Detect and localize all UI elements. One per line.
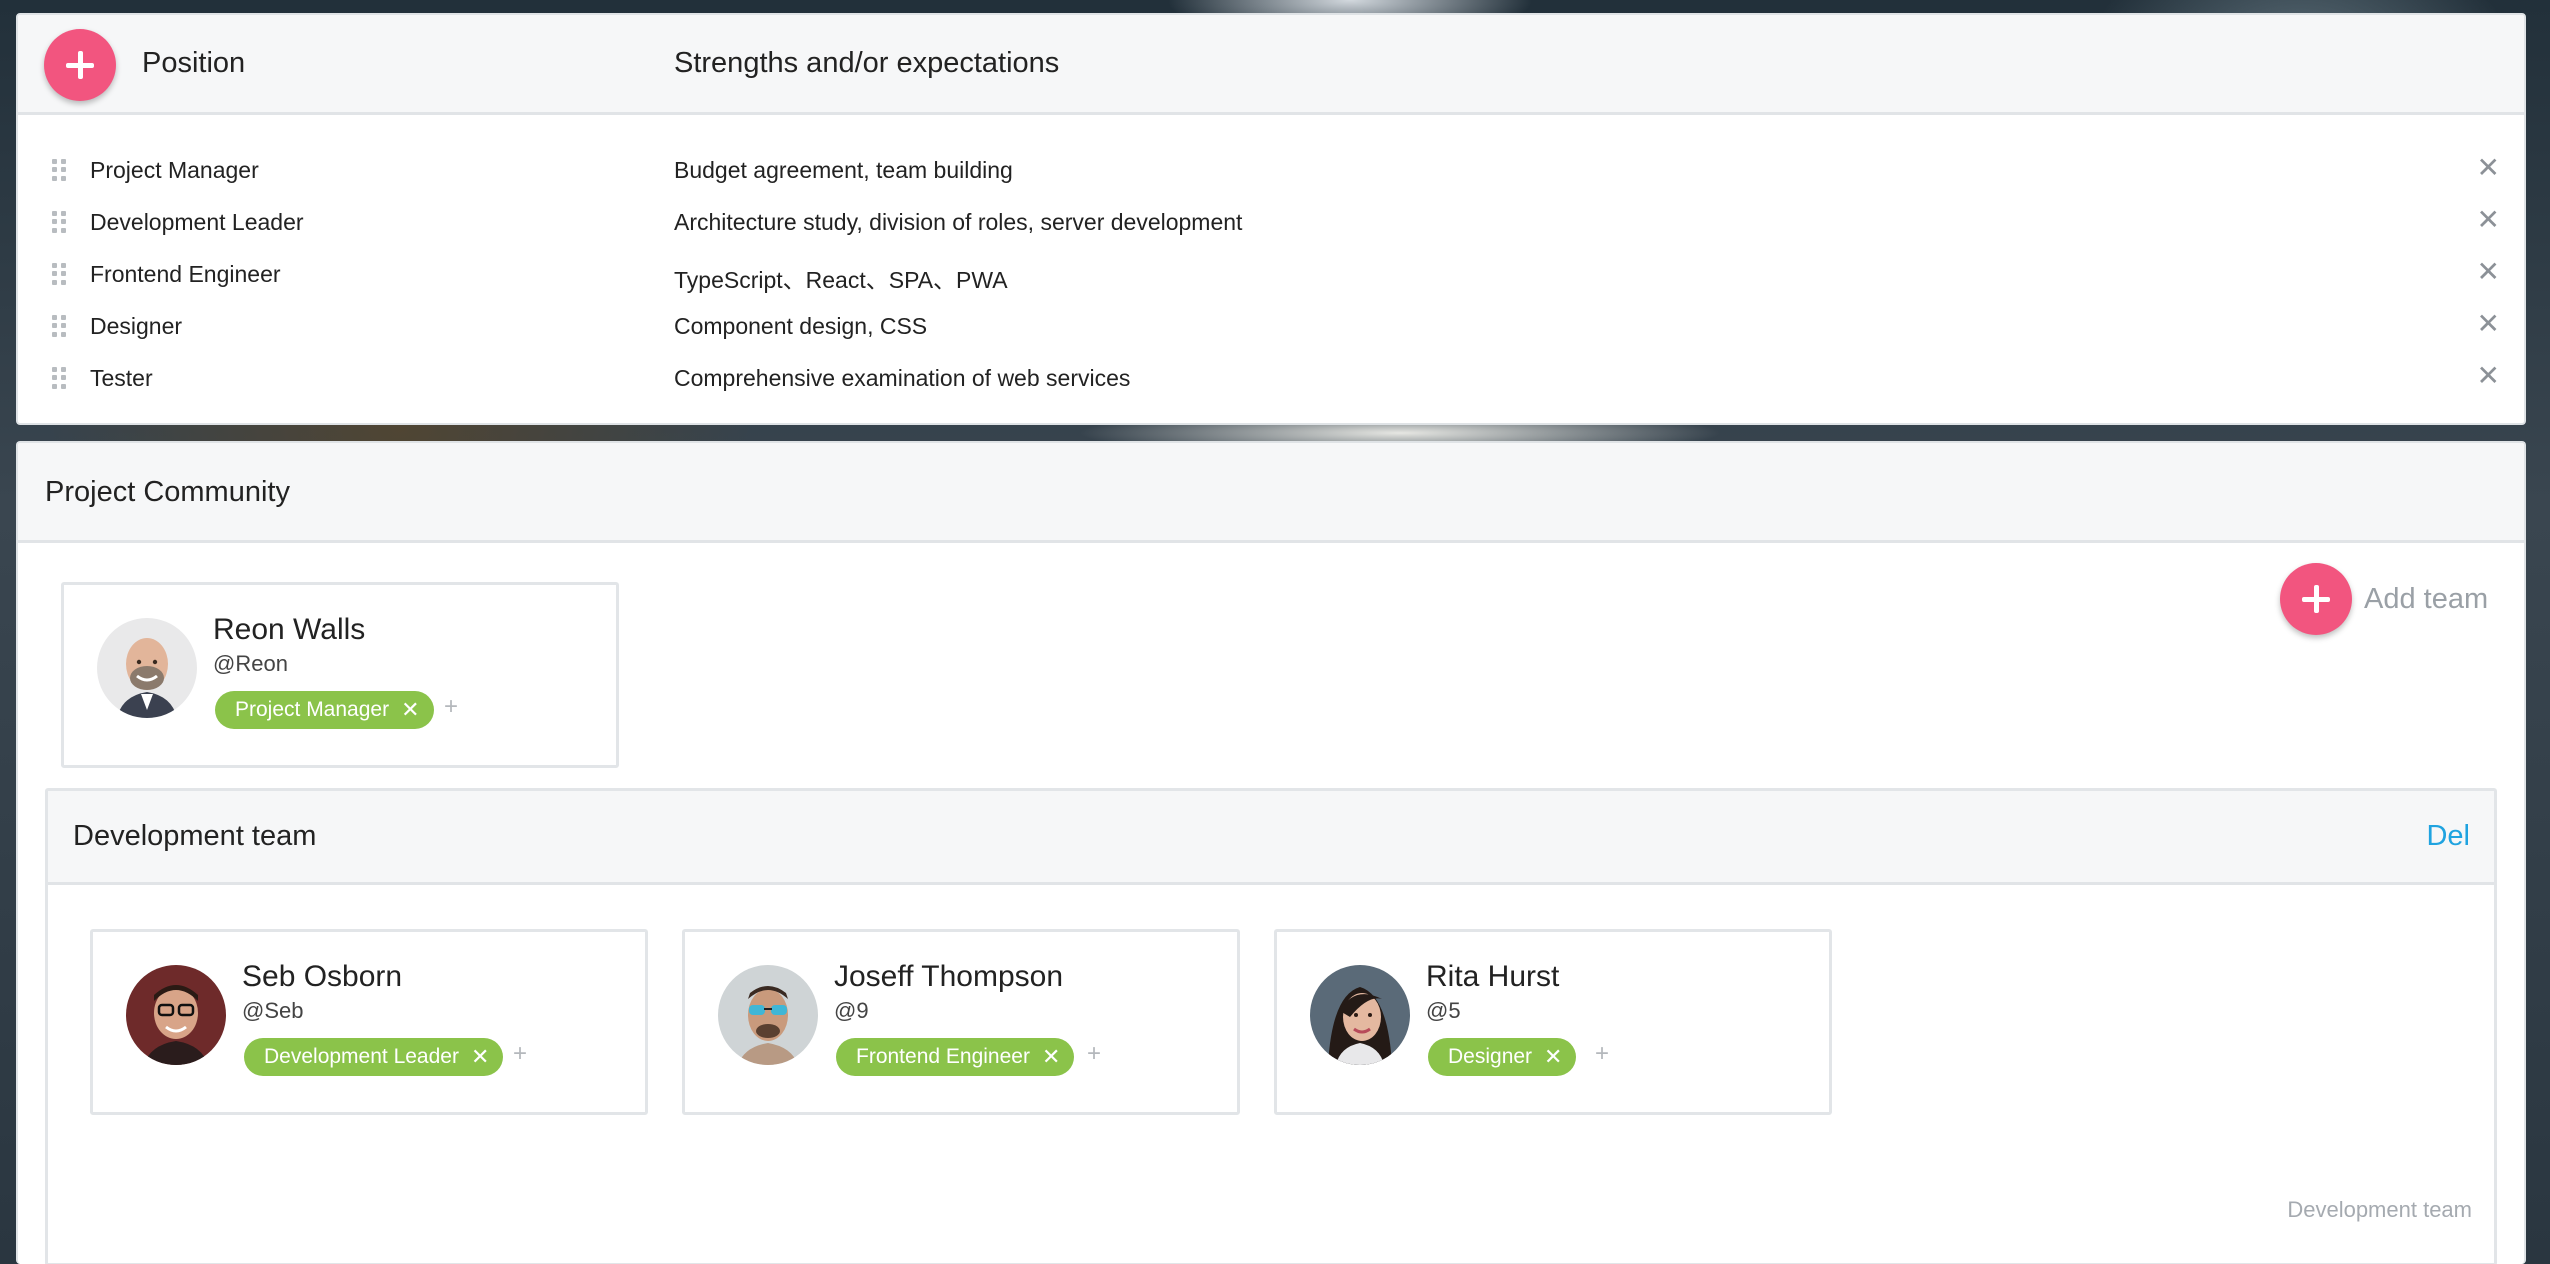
role-tag-label: Development Leader [264,1045,459,1068]
member-name[interactable]: Reon Walls [213,613,365,647]
position-row: Tester Comprehensive examination of web … [18,351,2524,403]
team-title: Development team [73,820,317,852]
role-tag-label: Frontend Engineer [856,1045,1030,1068]
position-row: Development Leader Architecture study, d… [18,195,2524,247]
positions-header: Position Strengths and/or expectations [18,15,2524,115]
team-header: Development team Del [48,791,2494,885]
member-card: Rita Hurst @5 Designer ✕ + [1274,929,1832,1115]
role-tag[interactable]: Project Manager ✕ [215,691,434,729]
member-handle: @9 [834,998,869,1023]
close-icon[interactable]: ✕ [2477,310,2500,338]
position-column-header: Position [142,47,246,79]
position-strengths[interactable]: Architecture study, division of roles, s… [674,209,1242,236]
remove-tag-icon[interactable]: ✕ [471,1044,489,1070]
member-card: Reon Walls @Reon Project Manager ✕ + [61,582,619,768]
position-name[interactable]: Tester [90,365,153,392]
community-panel: Project Community Reon Walls @Reon Proje… [16,441,2526,1264]
position-name[interactable]: Project Manager [90,157,259,184]
positions-panel: Position Strengths and/or expectations P… [16,13,2526,425]
community-header: Project Community [18,443,2524,543]
member-name[interactable]: Seb Osborn [242,960,402,994]
avatar[interactable] [718,965,818,1065]
team-footer-label: Development team [2287,1197,2472,1222]
close-icon[interactable]: ✕ [2477,154,2500,182]
remove-tag-icon[interactable]: ✕ [1544,1044,1562,1070]
add-role-icon[interactable]: + [1595,1040,1609,1068]
position-strengths[interactable]: Comprehensive examination of web service… [674,365,1130,392]
position-row: Project Manager Budget agreement, team b… [18,143,2524,195]
strengths-column-header: Strengths and/or expectations [674,47,1060,79]
member-handle: @Seb [242,998,304,1023]
add-position-button[interactable] [44,29,116,101]
avatar[interactable] [1310,965,1410,1065]
role-tag[interactable]: Frontend Engineer ✕ [836,1038,1075,1076]
community-title: Project Community [45,476,290,508]
role-tag-label: Designer [1448,1045,1533,1068]
member-name[interactable]: Rita Hurst [1426,960,1559,994]
drag-handle-icon[interactable] [52,263,66,285]
add-team-button[interactable] [2280,563,2352,635]
remove-tag-icon[interactable]: ✕ [401,697,419,723]
role-tag-label: Project Manager [235,698,390,721]
close-icon[interactable]: ✕ [2477,362,2500,390]
avatar[interactable] [126,965,226,1065]
drag-handle-icon[interactable] [52,159,66,181]
add-role-icon[interactable]: + [513,1040,527,1068]
member-card: Joseff Thompson @9 Frontend Engineer ✕ + [682,929,1240,1115]
add-role-icon[interactable]: + [1087,1040,1101,1068]
position-name[interactable]: Designer [90,313,182,340]
team-container: Development team Del Seb Osborn @Seb Dev… [45,788,2497,1264]
remove-tag-icon[interactable]: ✕ [1042,1044,1060,1070]
delete-team-button[interactable]: Del [2426,820,2470,853]
add-team-label[interactable]: Add team [2364,583,2488,616]
member-handle: @Reon [213,651,288,676]
position-name[interactable]: Frontend Engineer [90,261,281,288]
role-tag[interactable]: Designer ✕ [1428,1038,1577,1076]
close-icon[interactable]: ✕ [2477,258,2500,286]
plus-icon [2302,585,2330,613]
add-role-icon[interactable]: + [444,693,458,721]
position-strengths[interactable]: Budget agreement, team building [674,157,1013,184]
position-strengths[interactable]: Component design, CSS [674,313,927,340]
drag-handle-icon[interactable] [52,211,66,233]
role-tag[interactable]: Development Leader ✕ [244,1038,504,1076]
drag-handle-icon[interactable] [52,315,66,337]
avatar[interactable] [97,618,197,718]
member-handle: @5 [1426,998,1461,1023]
plus-icon [66,51,94,79]
close-icon[interactable]: ✕ [2477,206,2500,234]
member-name[interactable]: Joseff Thompson [834,960,1063,994]
member-card: Seb Osborn @Seb Development Leader ✕ + [90,929,648,1115]
drag-handle-icon[interactable] [52,367,66,389]
position-name[interactable]: Development Leader [90,209,304,236]
position-row: Frontend Engineer TypeScript、React、SPA、P… [18,247,2524,299]
position-row: Designer Component design, CSS ✕ [18,299,2524,351]
position-strengths[interactable]: TypeScript、React、SPA、PWA [674,261,1008,295]
